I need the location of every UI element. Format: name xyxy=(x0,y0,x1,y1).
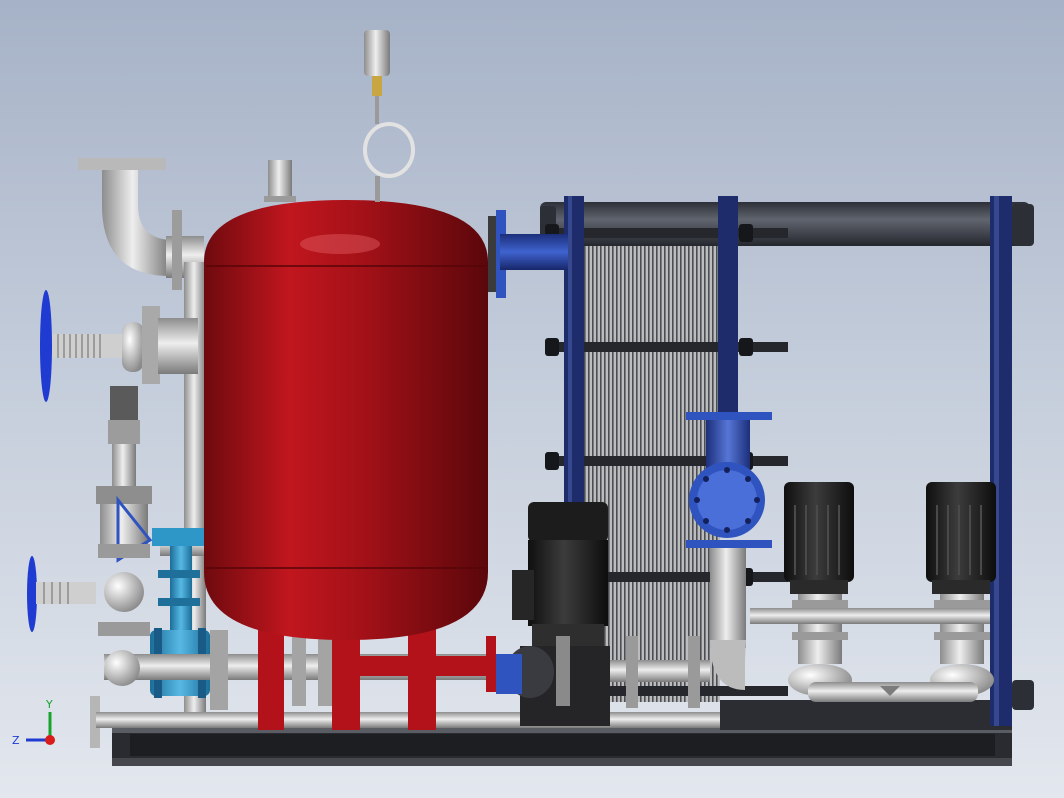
y-axis-label: Y xyxy=(45,698,53,711)
expansion-tank[interactable] xyxy=(204,160,496,730)
top-carrying-bar xyxy=(540,202,1030,246)
gate-valve-lower[interactable] xyxy=(27,544,150,636)
z-axis-label: Z xyxy=(12,734,20,747)
gate-valve-upper[interactable] xyxy=(40,290,198,402)
valve-handwheel-icon[interactable] xyxy=(40,290,52,402)
cad-viewport[interactable]: Y Z xyxy=(0,0,1064,798)
axis-triad: Y Z xyxy=(12,698,55,747)
valve-handwheel-icon-lower[interactable] xyxy=(27,556,37,632)
support-column xyxy=(990,196,1012,726)
vertical-booster-pump-right[interactable] xyxy=(926,482,996,696)
safety-valve[interactable] xyxy=(96,386,153,563)
model-scene[interactable] xyxy=(0,0,1064,798)
pressure-gauge[interactable] xyxy=(363,30,415,202)
x-axis xyxy=(45,735,55,745)
vertical-booster-pump-left[interactable] xyxy=(784,482,854,696)
gauge-icon xyxy=(364,30,390,76)
